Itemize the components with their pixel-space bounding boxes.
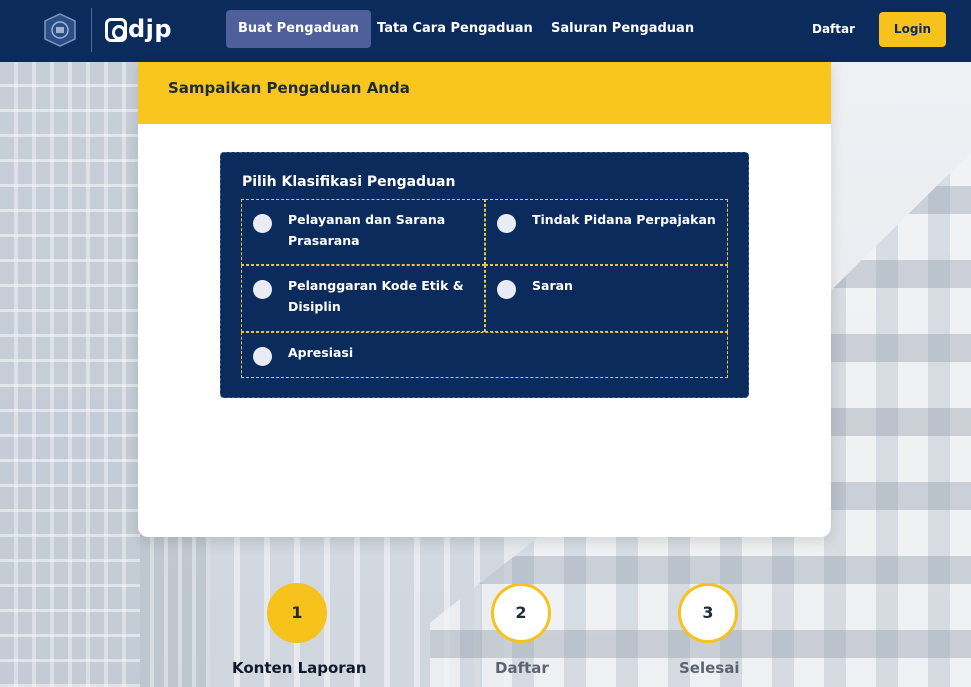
djp-logo-text[interactable]: djp: [128, 15, 172, 43]
radio-icon[interactable]: [253, 280, 272, 299]
nav-saluran-pengaduan[interactable]: Saluran Pengaduan: [539, 10, 706, 48]
step-2-circle: 2: [491, 583, 551, 643]
option-label: Apresiasi: [288, 345, 354, 360]
top-navbar: djp Buat Pengaduan Tata Cara Pengaduan S…: [0, 0, 971, 62]
step-3-circle: 3: [678, 583, 738, 643]
nav-tata-cara-pengaduan[interactable]: Tata Cara Pengaduan: [365, 10, 545, 48]
step-3-label: Selesai: [679, 659, 740, 677]
nav-buat-pengaduan[interactable]: Buat Pengaduan: [226, 10, 371, 48]
header-divider: [91, 8, 92, 52]
option-label: Tindak Pidana Perpajakan: [532, 212, 716, 227]
option-apresiasi[interactable]: Apresiasi: [241, 332, 728, 378]
daftar-button[interactable]: Daftar: [804, 10, 863, 48]
option-tindak-pidana[interactable]: Tindak Pidana Perpajakan: [485, 199, 728, 265]
login-button[interactable]: Login: [879, 12, 946, 47]
radio-icon[interactable]: [497, 280, 516, 299]
card-title: Sampaikan Pengaduan Anda: [168, 79, 410, 97]
radio-icon[interactable]: [253, 347, 272, 366]
option-saran[interactable]: Saran: [485, 265, 728, 332]
option-kode-etik[interactable]: Pelanggaran Kode Etik & Disiplin: [241, 265, 485, 332]
radio-icon[interactable]: [253, 214, 272, 233]
radio-icon[interactable]: [497, 214, 516, 233]
background-tower: [0, 62, 140, 687]
step-1-label: Konten Laporan: [232, 659, 367, 677]
complaint-card: Sampaikan Pengaduan Anda Pilih Klasifika…: [138, 62, 831, 537]
option-pelayanan-sarana[interactable]: Pelayanan dan Sarana Prasarana: [241, 199, 485, 265]
option-label: Pelayanan dan Sarana Prasarana: [288, 212, 446, 248]
classification-heading: Pilih Klasifikasi Pengaduan: [242, 174, 456, 190]
option-label: Saran: [532, 278, 573, 293]
djp-logo-icon[interactable]: [105, 18, 127, 42]
step-2-label: Daftar: [495, 659, 549, 677]
option-label: Pelanggaran Kode Etik & Disiplin: [288, 278, 464, 314]
kemenkeu-emblem-icon[interactable]: [41, 12, 79, 48]
step-1-circle: 1: [267, 583, 327, 643]
card-header: Sampaikan Pengaduan Anda: [138, 62, 831, 124]
classification-panel: Pilih Klasifikasi Pengaduan Pelayanan da…: [220, 152, 749, 398]
